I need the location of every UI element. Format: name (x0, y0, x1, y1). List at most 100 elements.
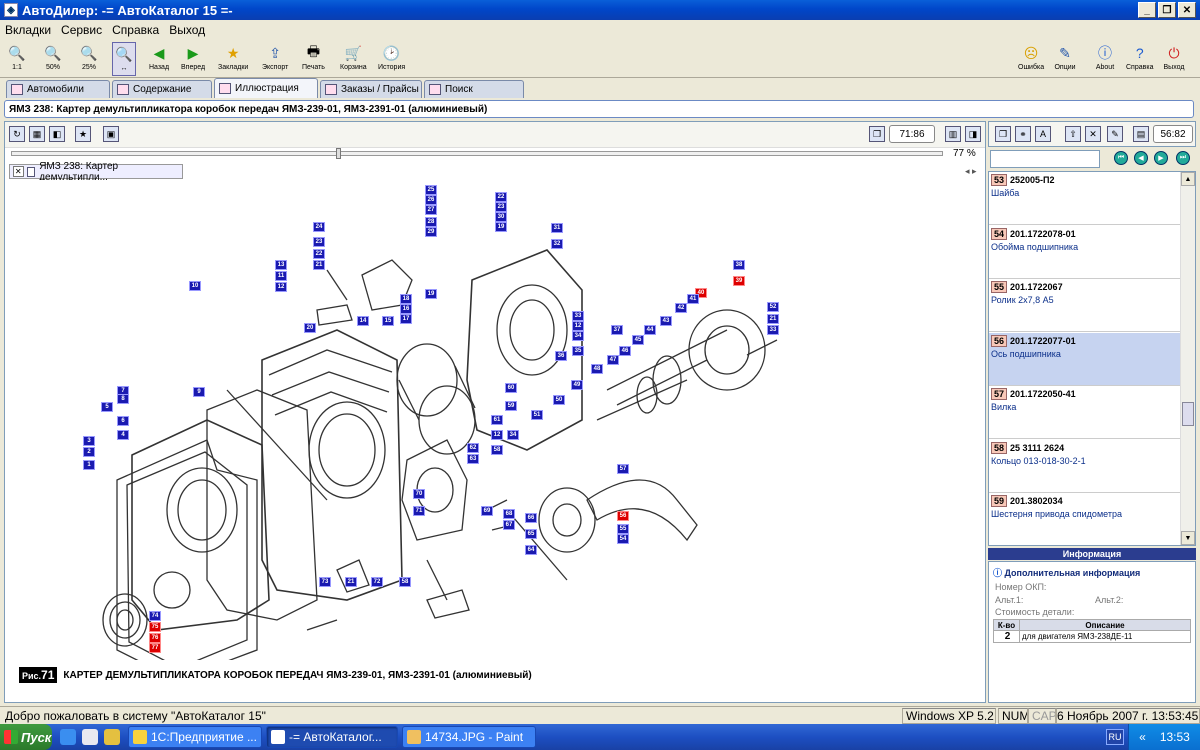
part-callout[interactable]: 12 (572, 321, 584, 331)
part-callout[interactable]: 26 (425, 195, 437, 205)
part-callout[interactable]: 42 (675, 303, 687, 313)
part-callout[interactable]: 58 (491, 445, 503, 455)
part-callout[interactable]: 19 (425, 289, 437, 299)
bookmark-star-icon[interactable]: ★ (75, 126, 91, 142)
part-callout[interactable]: 58 (399, 577, 411, 587)
scroll-down-icon[interactable]: ▼ (1181, 531, 1195, 545)
part-callout[interactable]: 29 (425, 227, 437, 237)
exit-button[interactable]: ⏻ Выход (1163, 42, 1185, 76)
link-icon[interactable]: ⚭ (1015, 126, 1031, 142)
task-1c[interactable]: 1С:Предприятие ... (128, 726, 262, 748)
part-callout[interactable]: 60 (505, 383, 517, 393)
zoom-50-button[interactable]: 🔍 50% (42, 42, 64, 76)
part-callout[interactable]: 45 (632, 335, 644, 345)
minimize-button[interactable]: _ (1138, 2, 1156, 18)
menu-help[interactable]: Справка (107, 23, 164, 37)
columns-icon[interactable]: ▥ (945, 126, 961, 142)
part-callout[interactable]: 28 (425, 217, 437, 227)
part-callout[interactable]: 37 (611, 325, 623, 335)
scroll-thumb[interactable] (1182, 402, 1194, 426)
last-icon[interactable]: ⏭ (1176, 151, 1190, 165)
part-callout[interactable]: 23 (495, 202, 507, 212)
part-callout[interactable]: 12 (491, 430, 503, 440)
grid-icon[interactable]: ▦ (29, 126, 45, 142)
bookmarks-button[interactable]: ★ Закладки (218, 42, 248, 76)
part-callout[interactable]: 73 (319, 577, 331, 587)
tab-illustration[interactable]: Иллюстрация (214, 78, 318, 98)
part-callout[interactable]: 4 (117, 430, 129, 440)
refresh-icon[interactable]: ↻ (9, 126, 25, 142)
list-item[interactable]: 57 201.1722050-41 Вилка (989, 386, 1181, 439)
part-callout[interactable]: 24 (313, 222, 325, 232)
tray-expand-icon[interactable]: « (1139, 730, 1146, 744)
part-callout[interactable]: 72 (371, 577, 383, 587)
task-paint[interactable]: 14734.JPG - Paint (402, 726, 536, 748)
tab-orders[interactable]: Заказы / Прайсы (320, 80, 422, 98)
part-callout[interactable]: 65 (525, 529, 537, 539)
part-callout[interactable]: 76 (149, 633, 161, 643)
tab-nav-arrows[interactable]: ◂ ▸ (965, 166, 977, 177)
part-callout[interactable]: 22 (495, 192, 507, 202)
part-callout[interactable]: 34 (507, 430, 519, 440)
part-callout[interactable]: 49 (571, 380, 583, 390)
zoom-25-button[interactable]: 🔍 25% (78, 42, 100, 76)
part-callout[interactable]: 30 (495, 212, 507, 222)
part-callout[interactable]: 2 (83, 447, 95, 457)
part-callout[interactable]: 5 (101, 402, 113, 412)
part-callout[interactable]: 44 (644, 325, 656, 335)
list-item[interactable]: 58 25 3111 2624 Кольцо 013-018-30-2-1 (989, 440, 1181, 493)
explorer-icon[interactable] (82, 729, 98, 745)
part-callout[interactable]: 47 (607, 355, 619, 365)
tab-search[interactable]: Поиск (424, 80, 524, 98)
part-callout[interactable]: 66 (525, 513, 537, 523)
ie-icon[interactable] (60, 729, 76, 745)
part-callout[interactable]: 1 (83, 460, 95, 470)
part-callout[interactable]: 51 (531, 410, 543, 420)
layers-icon[interactable]: ◧ (49, 126, 65, 142)
part-callout[interactable]: 33 (767, 325, 779, 335)
close-button[interactable]: ✕ (1178, 2, 1196, 18)
part-callout[interactable]: 61 (491, 415, 503, 425)
part-callout[interactable]: 57 (617, 464, 629, 474)
part-callout[interactable]: 55 (617, 524, 629, 534)
list-item[interactable]: 53 252005-П2 Шайба (989, 172, 1181, 225)
part-callout[interactable]: 50 (553, 395, 565, 405)
part-callout[interactable]: 12 (275, 282, 287, 292)
help-button[interactable]: ? Справка (1126, 42, 1153, 76)
task-autocatalog[interactable]: -= АвтоКаталог... (266, 726, 398, 748)
part-callout[interactable]: 9 (193, 387, 205, 397)
part-callout[interactable]: 56 (617, 511, 629, 521)
upload-icon[interactable]: ⇧ (1065, 126, 1081, 142)
part-callout[interactable]: 70 (413, 489, 425, 499)
start-button[interactable]: Пуск (0, 724, 52, 750)
part-callout[interactable]: 59 (505, 401, 517, 411)
part-callout[interactable]: 77 (149, 643, 161, 653)
part-callout[interactable]: 17 (400, 314, 412, 324)
next-icon[interactable]: ▶ (1154, 151, 1168, 165)
menu-service[interactable]: Сервис (56, 23, 107, 37)
export-button[interactable]: ⇪ Экспорт (262, 42, 288, 76)
part-callout[interactable]: 71 (413, 506, 425, 516)
zoom-fit-width-button[interactable]: 🔍 ↔ (112, 42, 136, 76)
app-shortcut-icon[interactable] (104, 729, 120, 745)
list-item[interactable]: 55 201.1722067 Ролик 2х7,8 А5 (989, 279, 1181, 332)
parts-scrollbar[interactable]: ▲ ▼ (1180, 172, 1195, 545)
part-callout[interactable]: 32 (551, 239, 563, 249)
zoom-1-1-button[interactable]: 🔍 1:1 (6, 42, 28, 76)
back-button[interactable]: ◀ Назад (148, 42, 170, 76)
part-callout[interactable]: 20 (304, 323, 316, 333)
print-button[interactable]: 🖶 Печать (302, 42, 325, 76)
part-callout[interactable]: 43 (660, 316, 672, 326)
part-callout[interactable]: 38 (733, 260, 745, 270)
first-icon[interactable]: ⏮ (1114, 151, 1128, 165)
list-item[interactable]: 56 201.1722077-01 Ось подшипника (989, 332, 1181, 386)
part-callout[interactable]: 48 (591, 364, 603, 374)
table-row[interactable]: 2 для двигателя ЯМЗ-238ДЕ-11 (993, 630, 1191, 643)
part-callout[interactable]: 68 (503, 509, 515, 519)
part-callout[interactable]: 27 (425, 205, 437, 215)
part-callout[interactable]: 21 (313, 260, 325, 270)
part-callout[interactable]: 46 (619, 346, 631, 356)
part-callout[interactable]: 18 (400, 294, 412, 304)
image-icon[interactable]: ▣ (103, 126, 119, 142)
part-callout[interactable]: 16 (400, 304, 412, 314)
